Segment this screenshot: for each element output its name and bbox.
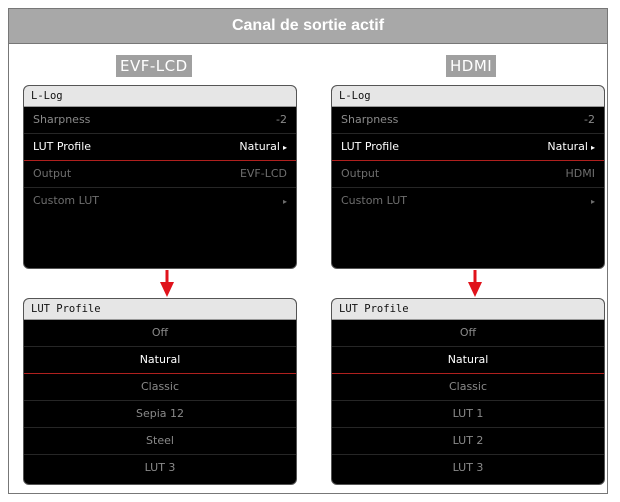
menu-row-custom-lut[interactable]: Custom LUT ▸ — [24, 188, 296, 214]
lut-option-classic[interactable]: Classic — [24, 374, 296, 401]
header-title: Canal de sortie actif — [231, 17, 385, 34]
menu-title: L-Log — [332, 86, 604, 107]
lut-profile-list-evf-lcd: LUT Profile Off Natural Classic Sepia 12… — [23, 298, 297, 485]
lut-option-off[interactable]: Off — [332, 320, 604, 347]
menu-row-output[interactable]: Output HDMI — [332, 161, 604, 188]
list-title: LUT Profile — [24, 299, 296, 320]
column-label-hdmi: HDMI — [446, 55, 497, 77]
menu-row-custom-lut[interactable]: Custom LUT ▸ — [332, 188, 604, 214]
menu-row-lut-profile[interactable]: LUT Profile Natural ▸ — [24, 134, 296, 161]
menu-title: L-Log — [24, 86, 296, 107]
chevron-right-icon: ▸ — [590, 197, 595, 206]
menu-row-sharpness[interactable]: Sharpness -2 — [24, 107, 296, 134]
lut-option-lut-2[interactable]: LUT 2 — [332, 428, 604, 455]
menu-row-lut-profile[interactable]: LUT Profile Natural ▸ — [332, 134, 604, 161]
figure-frame: Canal de sortie actif EVF-LCD HDMI L-Log… — [8, 8, 608, 494]
lut-option-lut-1[interactable]: LUT 1 — [332, 401, 604, 428]
lut-profile-list-hdmi: LUT Profile Off Natural Classic LUT 1 LU… — [331, 298, 605, 485]
chevron-right-icon: ▸ — [590, 143, 595, 152]
lut-option-off[interactable]: Off — [24, 320, 296, 347]
page-header: Canal de sortie actif — [9, 9, 607, 44]
llog-menu-hdmi: L-Log Sharpness -2 LUT Profile Natural ▸ … — [331, 85, 605, 269]
list-title: LUT Profile — [332, 299, 604, 320]
chevron-right-icon: ▸ — [282, 143, 287, 152]
lut-option-classic[interactable]: Classic — [332, 374, 604, 401]
menu-row-sharpness[interactable]: Sharpness -2 — [332, 107, 604, 134]
arrow-down-icon — [468, 270, 482, 297]
arrow-down-icon — [160, 270, 174, 297]
lut-option-natural[interactable]: Natural — [24, 347, 296, 374]
chevron-right-icon: ▸ — [282, 197, 287, 206]
llog-menu-evf-lcd: L-Log Sharpness -2 LUT Profile Natural ▸ … — [23, 85, 297, 269]
lut-option-steel[interactable]: Steel — [24, 428, 296, 455]
lut-option-lut-3[interactable]: LUT 3 — [332, 455, 604, 481]
lut-option-lut-3[interactable]: LUT 3 — [24, 455, 296, 481]
lut-option-sepia-12[interactable]: Sepia 12 — [24, 401, 296, 428]
lut-option-natural[interactable]: Natural — [332, 347, 604, 374]
menu-row-output[interactable]: Output EVF-LCD — [24, 161, 296, 188]
column-label-evf-lcd: EVF-LCD — [116, 55, 192, 77]
